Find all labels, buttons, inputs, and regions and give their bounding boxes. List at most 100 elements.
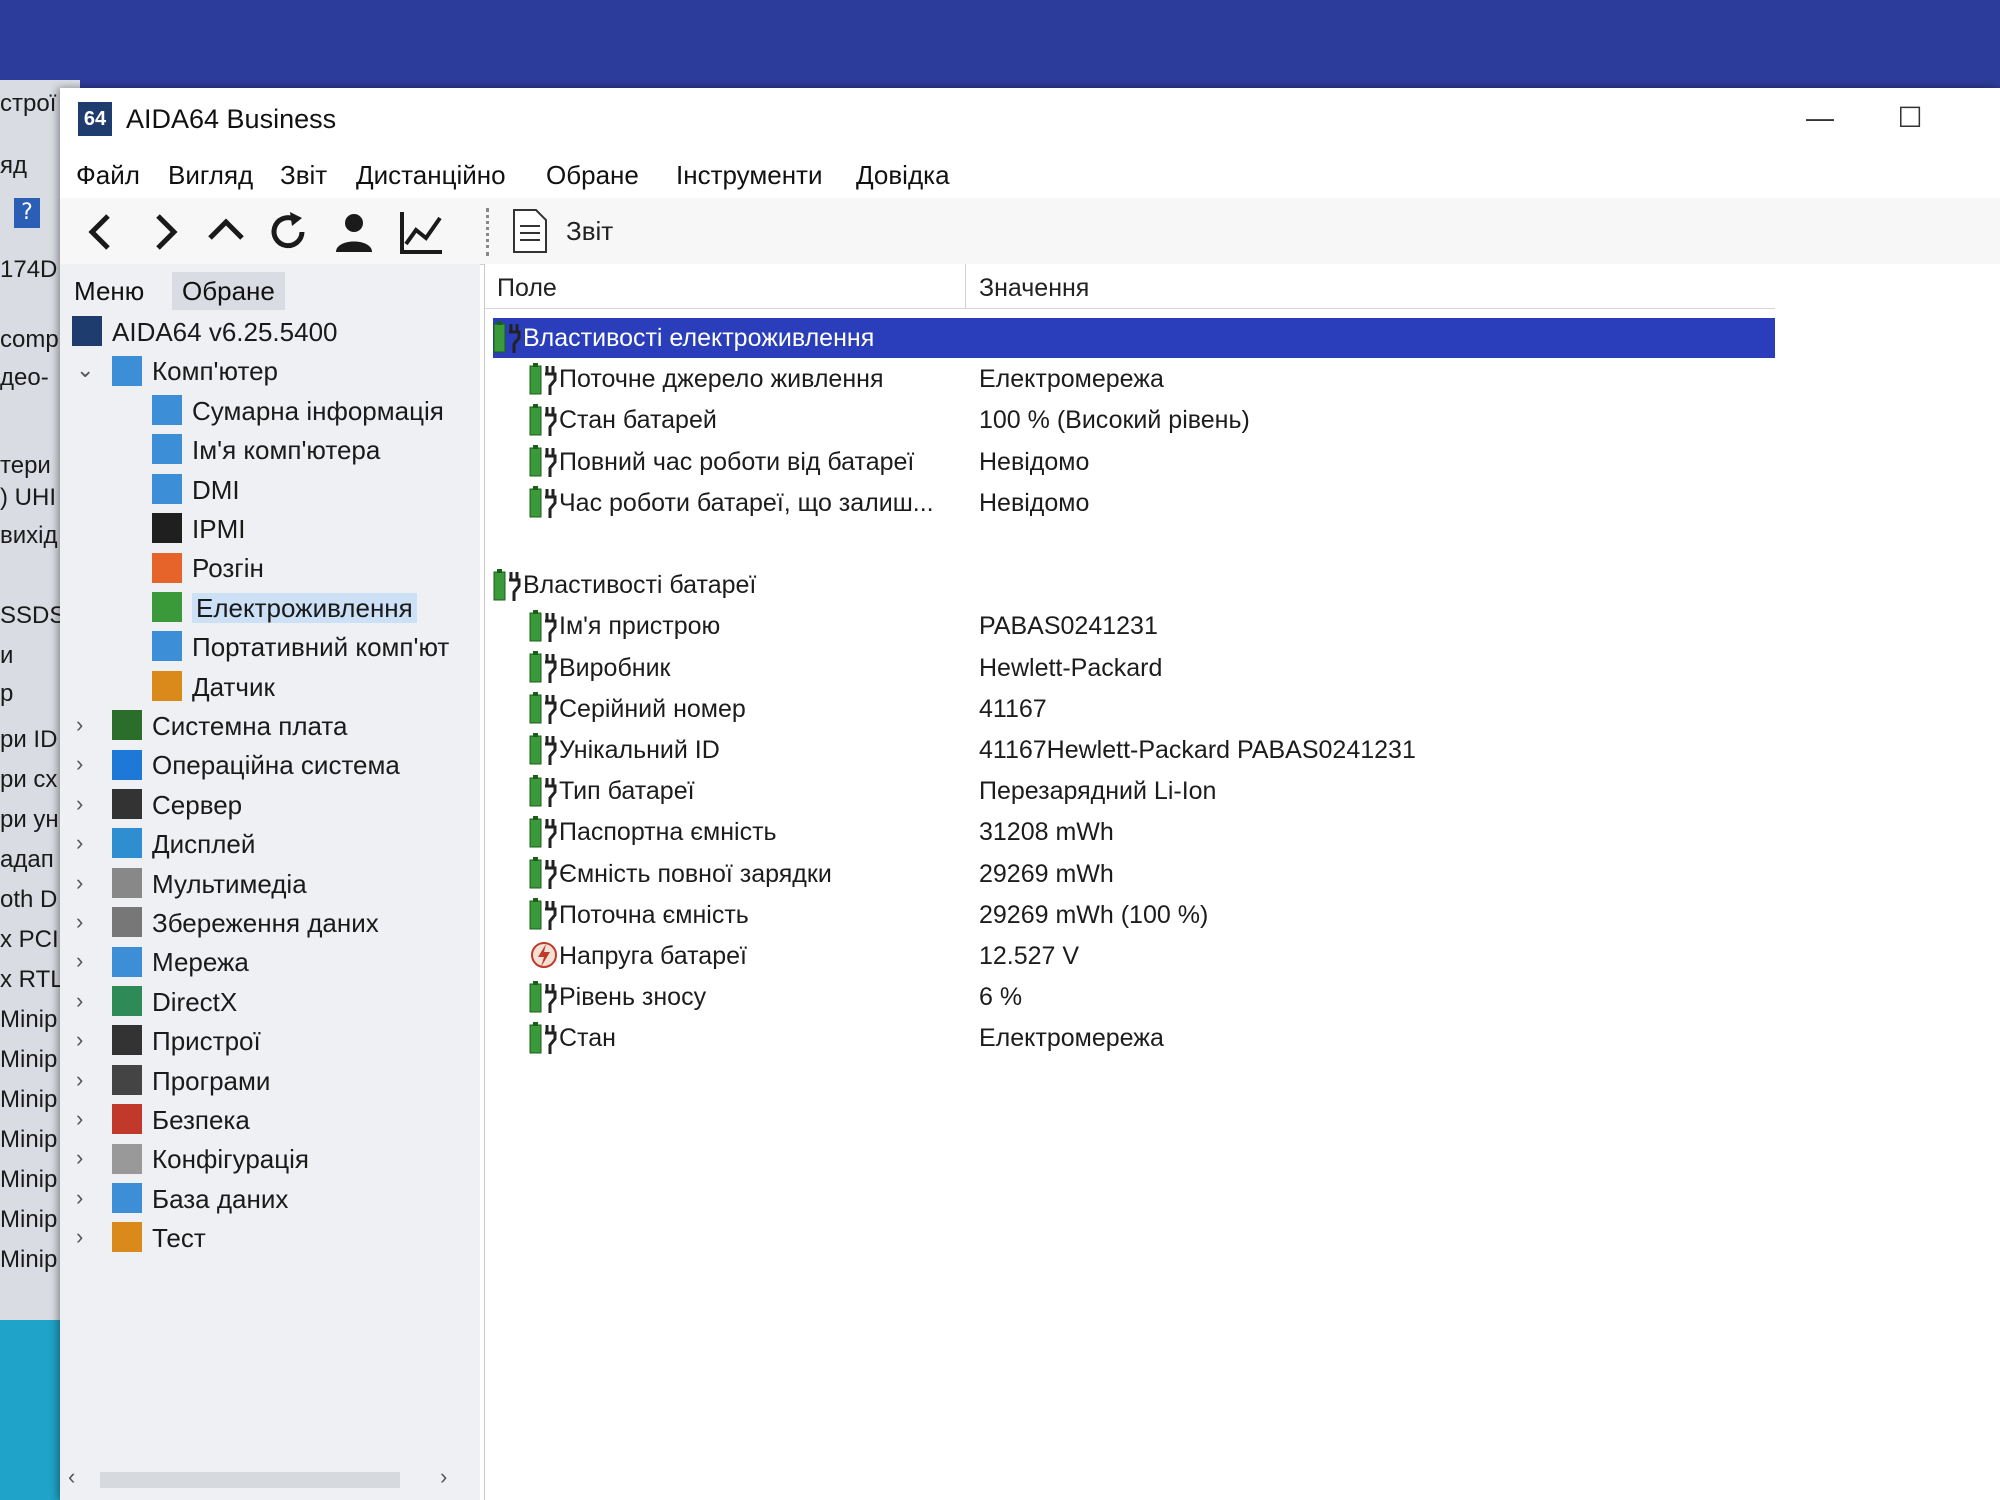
window-title: AIDA64 Business xyxy=(126,104,337,134)
tree-item-sensor[interactable]: Датчик xyxy=(152,669,275,705)
programs-icon xyxy=(112,1064,142,1095)
expand-icon[interactable]: › xyxy=(76,791,83,817)
tree-item-config[interactable]: Конфігурація xyxy=(112,1141,309,1177)
tree-item-label: Програми xyxy=(152,1065,271,1096)
expand-icon[interactable]: › xyxy=(76,751,83,777)
tree-item-label: DirectX xyxy=(152,986,238,1017)
column-divider[interactable] xyxy=(965,264,966,308)
battery-icon xyxy=(152,591,182,622)
menu-file[interactable]: Файл xyxy=(76,160,140,191)
scroll-left-icon[interactable]: ‹ xyxy=(68,1464,75,1490)
menu-view[interactable]: Вигляд xyxy=(168,160,253,191)
tab-menu[interactable]: Меню xyxy=(64,272,154,310)
tree-item-computer-name[interactable]: Ім'я комп'ютера xyxy=(152,432,380,468)
expand-icon[interactable]: › xyxy=(76,1145,83,1171)
detail-row[interactable]: Унікальний ID 41167Hewlett-Packard PABAS0… xyxy=(529,730,1769,770)
detail-row[interactable]: Виробник Hewlett-Packard xyxy=(529,648,1769,688)
detail-row[interactable]: Напруга батареї 12.527 V xyxy=(529,936,1769,976)
tree-item-flame[interactable]: Розгін xyxy=(152,550,264,586)
expand-icon[interactable]: › xyxy=(76,948,83,974)
tree-item-dmi[interactable]: DMI xyxy=(152,472,240,508)
menu-remote[interactable]: Дистанційно xyxy=(356,160,506,191)
collapse-icon[interactable]: ⌄ xyxy=(76,357,94,383)
detail-row[interactable]: Стан Електромережа xyxy=(529,1018,1769,1058)
expand-icon[interactable]: › xyxy=(76,1224,83,1250)
flame-icon xyxy=(152,552,182,583)
detail-row[interactable]: Тип батареї Перезарядний Li-Ion xyxy=(529,771,1769,811)
title-bar: 64 AIDA64 Business — ☐ xyxy=(60,88,2000,152)
column-value-header[interactable]: Значення xyxy=(979,274,1089,303)
battery-plug-icon xyxy=(529,486,557,519)
section-header[interactable]: Властивості електроживлення xyxy=(493,318,1775,358)
detail-row[interactable]: Серійний номер 41167 xyxy=(529,689,1769,729)
background-text: ри ун xyxy=(0,806,59,833)
tree-item-summary[interactable]: Сумарна інформація xyxy=(152,393,444,429)
tree-item-device[interactable]: Пристрої xyxy=(112,1023,261,1059)
tree-item-storage[interactable]: Збереження даних xyxy=(112,905,379,941)
tree-item-computer[interactable]: Комп'ютер xyxy=(112,353,278,389)
up-icon[interactable] xyxy=(202,208,250,256)
user-icon[interactable] xyxy=(330,208,378,256)
expand-icon[interactable]: › xyxy=(76,1106,83,1132)
tree-item-ipmi[interactable]: IPMI xyxy=(152,511,245,547)
tree-item-speaker[interactable]: Мультимедіа xyxy=(112,866,307,902)
tree-item-battery[interactable]: Електроживлення xyxy=(152,590,417,626)
detail-row[interactable]: Повний час роботи від батареї Невідомо xyxy=(529,442,1769,482)
detail-row[interactable]: Ім'я пристрою PABAS0241231 xyxy=(529,606,1769,646)
tree-item-database[interactable]: База даних xyxy=(112,1181,288,1217)
field-value: 29269 mWh xyxy=(979,859,1114,888)
chart-icon[interactable] xyxy=(398,208,446,256)
detail-row[interactable]: Рівень зносу 6 % xyxy=(529,977,1769,1017)
menu-tools[interactable]: Інструменти xyxy=(676,160,823,191)
tree-item-motherboard[interactable]: Системна плата xyxy=(112,708,348,744)
tree-item-shield[interactable]: Безпека xyxy=(112,1102,250,1138)
detail-row[interactable]: Поточне джерело живлення Електромережа xyxy=(529,359,1769,399)
tree-item-server[interactable]: Сервер xyxy=(112,787,242,823)
navigation-pane: Меню Обране AIDA64 v6.25.5400 Комп'ютер ⌄ С… xyxy=(60,264,480,1500)
tree-item-label: Тест xyxy=(152,1223,206,1254)
expand-icon[interactable]: › xyxy=(76,830,83,856)
expand-icon[interactable]: › xyxy=(76,1185,83,1211)
field-name: Серійний номер xyxy=(559,694,746,723)
field-name: Ім'я пристрою xyxy=(559,612,721,641)
horizontal-scrollbar[interactable]: ‹ › xyxy=(60,1464,460,1494)
section-header[interactable]: Властивості батареї xyxy=(493,565,756,605)
server-icon xyxy=(112,788,142,819)
detail-row[interactable]: Час роботи батареї, що залиш... Невідомо xyxy=(529,483,1769,523)
details-pane: Поле Значення Властивості електроживленн… xyxy=(484,264,2000,1500)
tree-item-xbox[interactable]: DirectX xyxy=(112,984,237,1020)
tree-item-laptop[interactable]: Портативний комп'ют xyxy=(152,629,449,665)
refresh-icon[interactable] xyxy=(264,208,312,256)
expand-icon[interactable]: › xyxy=(76,712,83,738)
minimize-button[interactable]: — xyxy=(1790,98,1850,138)
menu-report[interactable]: Звіт xyxy=(280,160,327,191)
report-icon[interactable] xyxy=(512,208,548,254)
tree-item-root[interactable]: AIDA64 v6.25.5400 xyxy=(72,314,338,350)
tree-item-programs[interactable]: Програми xyxy=(112,1063,270,1099)
field-name: Повний час роботи від батареї xyxy=(559,447,915,476)
detail-row[interactable]: Стан батарей 100 % (Високий рівень) xyxy=(529,400,1769,440)
expand-icon[interactable]: › xyxy=(76,1027,83,1053)
scroll-right-icon[interactable]: › xyxy=(440,1464,447,1490)
tree-item-windows[interactable]: Операційна система xyxy=(112,747,400,783)
expand-icon[interactable]: › xyxy=(76,1067,83,1093)
scrollbar-thumb[interactable] xyxy=(100,1472,400,1488)
tree-item-display[interactable]: Дисплей xyxy=(112,826,255,862)
forward-icon[interactable] xyxy=(140,208,188,256)
detail-row[interactable]: Паспортна ємність 31208 mWh xyxy=(529,812,1769,852)
menu-favorites[interactable]: Обране xyxy=(546,160,639,191)
tree-item-network[interactable]: Мережа xyxy=(112,944,249,980)
detail-row[interactable]: Ємність повної зарядки 29269 mWh xyxy=(529,854,1769,894)
expand-icon[interactable]: › xyxy=(76,870,83,896)
tree-item-test[interactable]: Тест xyxy=(112,1220,206,1256)
column-field-header[interactable]: Поле xyxy=(497,274,557,303)
back-icon[interactable] xyxy=(78,208,126,256)
report-button-label[interactable]: Звіт xyxy=(566,216,613,247)
tab-favorites[interactable]: Обране xyxy=(172,272,285,310)
menu-help[interactable]: Довідка xyxy=(856,160,950,191)
expand-icon[interactable]: › xyxy=(76,909,83,935)
expand-icon[interactable]: › xyxy=(76,988,83,1014)
maximize-button[interactable]: ☐ xyxy=(1880,98,1940,138)
tree-item-label: Пристрої xyxy=(152,1026,261,1057)
detail-row[interactable]: Поточна ємність 29269 mWh (100 %) xyxy=(529,895,1769,935)
